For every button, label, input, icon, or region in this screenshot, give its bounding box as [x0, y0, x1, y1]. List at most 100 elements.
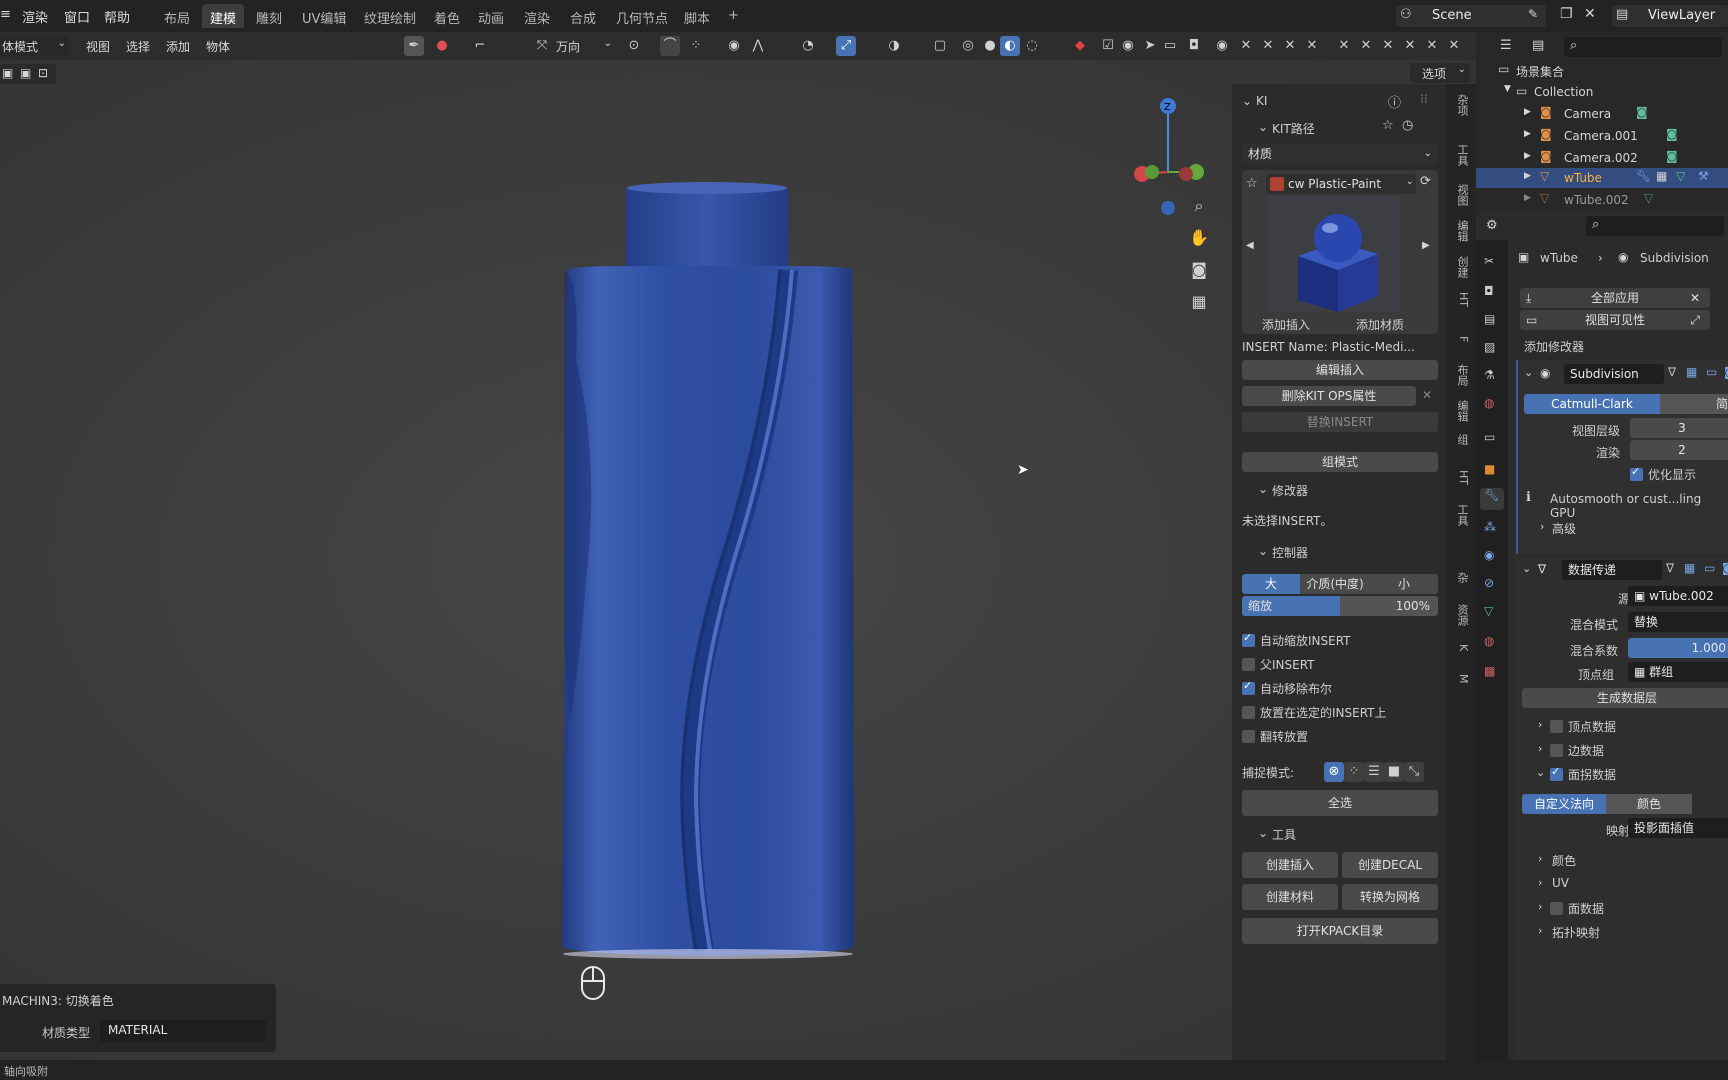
outliner-row-camera-001[interactable]: ▶ ◙ Camera.001 ◙ — [1476, 126, 1728, 146]
sidebar-tab[interactable]: HT — [1452, 292, 1470, 307]
close-icon[interactable]: ✕ — [1236, 36, 1256, 56]
camera-icon[interactable]: ◙ — [1724, 365, 1728, 379]
delete-kitops-button[interactable]: 删除KIT OPS属性 — [1242, 386, 1416, 406]
sidebar-tab[interactable]: 视图 — [1452, 184, 1470, 206]
close-icon[interactable]: ✕ — [1400, 36, 1420, 56]
outliner-row-camera[interactable]: ▶ ◙ Camera ◙ — [1476, 104, 1728, 124]
hand-pan-icon[interactable]: ✋ — [1186, 225, 1212, 251]
add-insert-button[interactable]: 添加插入 — [1262, 316, 1310, 333]
source-field[interactable]: ▣ wTube.002 — [1628, 586, 1728, 606]
simple-button[interactable]: 简 — [1660, 394, 1728, 414]
menu-object[interactable]: 物体 — [206, 38, 230, 55]
mode-selector[interactable]: 体模式 ⌄ — [0, 36, 70, 56]
close-icon[interactable]: ✕ — [1302, 36, 1322, 56]
size-small-button[interactable]: 小 — [1370, 574, 1438, 594]
edit-insert-button[interactable]: 编辑插入 — [1242, 360, 1438, 380]
sync-icon[interactable]: ⟳ — [1420, 174, 1431, 189]
catmull-clark-button[interactable]: Catmull-Clark — [1524, 394, 1660, 414]
snap-edge-icon[interactable]: ☰ — [1364, 762, 1384, 782]
expand-right-icon[interactable]: ▶ — [1524, 129, 1531, 139]
eyedropper-icon[interactable]: ✒ — [404, 36, 424, 56]
material-preview-thumbnail[interactable] — [1268, 196, 1400, 312]
parent-insert-checkbox[interactable] — [1242, 658, 1255, 671]
menu-add[interactable]: 添加 — [166, 38, 190, 55]
menu-render-partial[interactable]: ≡ — [0, 7, 11, 22]
close-icon[interactable]: ✕ — [1280, 36, 1300, 56]
auto-scale-checkbox[interactable] — [1242, 631, 1255, 647]
face-data-checkbox[interactable] — [1550, 902, 1563, 915]
xray-icon[interactable]: ▢ — [930, 36, 950, 56]
filter-icon[interactable]: ∇ — [1666, 561, 1674, 575]
overlay-icon[interactable]: ◑ — [884, 36, 904, 56]
material-selector[interactable]: cw Plastic-Paint ⌄ — [1266, 174, 1416, 194]
chevron-right-icon[interactable]: › — [1538, 900, 1542, 913]
prev-arrow-icon[interactable]: ◀ — [1246, 240, 1254, 251]
monitor-icon[interactable]: ▭ — [1160, 36, 1180, 56]
size-medium-button[interactable]: 介质(中度) — [1300, 574, 1370, 594]
material-tab-icon[interactable]: ◍ — [1484, 634, 1494, 648]
expand-right-icon[interactable]: ▶ — [1524, 193, 1531, 203]
material-ball-icon[interactable]: ● — [432, 36, 452, 56]
generate-data-layers-button[interactable]: 生成数据层 — [1522, 688, 1728, 708]
kit-path-title[interactable]: KIT路径 — [1272, 120, 1315, 137]
render-levels-field[interactable]: 2 — [1630, 440, 1728, 460]
viewport-visibility-button[interactable]: ▭ 视图可见性 ⤢ — [1520, 310, 1710, 330]
pivot-icon[interactable]: ⊙ — [624, 36, 644, 56]
modifier-section-title[interactable]: 修改器 — [1272, 482, 1308, 499]
convert-to-mesh-button[interactable]: 转换为网格 — [1342, 884, 1438, 910]
sidebar-tab[interactable]: 工具 — [1452, 144, 1470, 166]
particles-tab-icon[interactable]: ⁂ — [1484, 520, 1496, 534]
chevron-down-icon[interactable]: ⌄ — [1242, 94, 1252, 108]
editmode-icon[interactable]: ▦ — [1686, 365, 1697, 379]
new-scene-icon[interactable]: ❐ — [1560, 6, 1573, 22]
camera-icon[interactable]: ◘ — [1184, 36, 1204, 56]
mix-factor-slider[interactable]: 1.000 — [1628, 638, 1728, 658]
falloff-icon[interactable]: ⋀ — [748, 36, 768, 56]
modifier-tab-icon[interactable]: 🔧︎ — [1480, 488, 1504, 510]
vertex-data-checkbox[interactable] — [1550, 720, 1563, 733]
chevron-down-icon[interactable]: ⌄ — [1524, 366, 1533, 379]
create-material-button[interactable]: 创建材料 — [1242, 884, 1338, 910]
menu-help[interactable]: 帮助 — [104, 7, 130, 26]
constraints-tab-icon[interactable]: ⊘ — [1484, 576, 1494, 590]
solid-shading-icon[interactable]: ● — [980, 36, 1000, 56]
orientation-selector[interactable]: 万向 ⌄ — [554, 36, 614, 56]
flip-placement-checkbox[interactable] — [1242, 730, 1255, 743]
checkbox-icon[interactable]: ☑ — [1098, 36, 1118, 56]
face-corner-data-subpanel[interactable]: 面拐数据 — [1568, 766, 1616, 783]
visibility-icon[interactable]: ◔ — [798, 36, 818, 56]
rendered-shading-icon[interactable]: ◌ — [1022, 36, 1042, 56]
color-subpanel[interactable]: 颜色 — [1552, 852, 1576, 869]
texture-tab-icon[interactable]: ▩ — [1484, 664, 1495, 678]
snap-magnet-icon[interactable]: ⌒ — [660, 36, 680, 56]
add-modifier-menu[interactable]: 添加修改器 — [1524, 338, 1584, 355]
place-on-insert-checkbox[interactable] — [1242, 706, 1255, 719]
snap-vertex-icon[interactable]: ⁘ — [1344, 762, 1364, 782]
sidebar-tab-active[interactable]: 工具 — [1452, 504, 1470, 526]
sidebar-tab[interactable]: 杂项 — [1452, 94, 1470, 116]
expand-down-icon[interactable]: ▼ — [1504, 84, 1511, 94]
scene-tab-icon[interactable]: ⚗ — [1484, 368, 1495, 382]
physics-tab-icon[interactable]: ◉ — [1484, 548, 1494, 562]
refresh-icon[interactable]: ◷ — [1402, 118, 1413, 133]
cursor-icon[interactable]: ➤ — [1140, 36, 1160, 56]
vertex-data-subpanel[interactable]: 顶点数据 — [1568, 718, 1616, 735]
chevron-down-icon[interactable]: ⌄ — [1536, 766, 1545, 779]
delete-scene-icon[interactable]: ✕ — [1584, 6, 1596, 22]
modifier-name-field[interactable]: 数据传递 — [1562, 560, 1662, 580]
snap-face-icon[interactable]: ■ — [1384, 762, 1404, 782]
next-arrow-icon[interactable]: ▶ — [1422, 240, 1430, 251]
color-tab[interactable]: 颜色 — [1606, 794, 1692, 814]
outliner-row-collection[interactable]: ▼ ▭ Collection — [1476, 82, 1728, 102]
edge-data-checkbox[interactable] — [1550, 744, 1563, 757]
close-icon[interactable]: ✕ — [1356, 36, 1376, 56]
chevron-right-icon[interactable]: › — [1540, 520, 1544, 533]
outliner-row-scene-collection[interactable]: ▭ 场景集合 — [1476, 60, 1728, 80]
tab-rendering[interactable]: 渲染 — [516, 4, 558, 28]
tab-modeling[interactable]: 建模 — [202, 4, 245, 28]
view-layer-tab-icon[interactable]: ▨ — [1484, 340, 1495, 354]
pin-icon[interactable]: ✎ — [1528, 7, 1538, 21]
drag-handle-icon[interactable]: ⁞⁞ — [1420, 92, 1428, 106]
object-tab-icon[interactable]: ■ — [1484, 462, 1495, 476]
tube-object[interactable] — [540, 120, 880, 970]
